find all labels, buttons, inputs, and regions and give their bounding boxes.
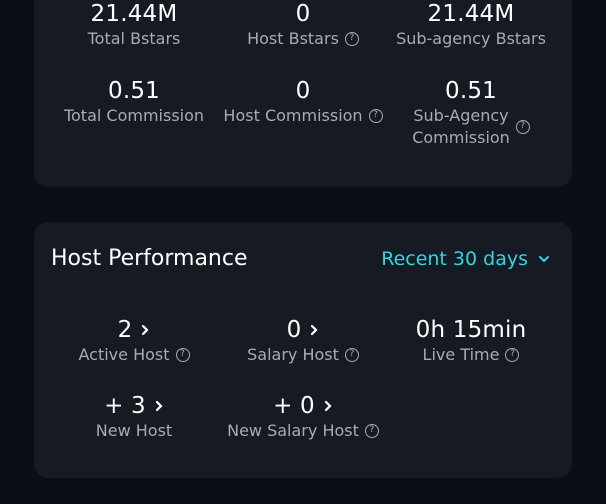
host-performance-card: Host Performance Recent 30 days 2 Active… (34, 222, 572, 478)
subagency-bstars-label: Sub-agency Bstars (396, 29, 546, 48)
total-bstars-value: 21.44M (90, 1, 178, 27)
date-range-dropdown[interactable]: Recent 30 days (381, 248, 550, 270)
live-time-value: 0h 15min (415, 317, 527, 343)
salary-host-stat[interactable]: 0 Salary Host ? (213, 316, 393, 366)
subagency-commission-label: Sub-Agency Commission ? (412, 105, 530, 149)
subagency-commission-stat: 0.51 Sub-Agency Commission ? (381, 77, 561, 149)
total-bstars-label: Total Bstars (87, 29, 181, 48)
chevron-down-icon (539, 256, 549, 263)
total-commission-label: Total Commission (63, 106, 205, 125)
question-circle-icon[interactable]: ? (515, 120, 530, 134)
bstars-commission-card: 21.44M Total Bstars 0 Host Bstars ? 21.4… (34, 0, 572, 187)
salary-host-value: 0 (287, 316, 320, 344)
total-commission-value: 0.51 (107, 78, 160, 104)
subagency-bstars-stat: 21.44M Sub-agency Bstars (381, 0, 561, 50)
question-circle-icon[interactable]: ? (505, 348, 520, 362)
total-commission-stat: 0.51 Total Commission (44, 77, 224, 127)
host-commission-value: 0 (295, 78, 311, 104)
chevron-right-icon (324, 400, 332, 412)
question-circle-icon[interactable]: ? (175, 348, 190, 362)
date-range-label: Recent 30 days (381, 248, 528, 270)
subagency-commission-value: 0.51 (444, 78, 497, 104)
new-salary-host-label: New Salary Host ? (227, 420, 379, 442)
host-commission-stat: 0 Host Commission ? (213, 77, 393, 127)
question-circle-icon[interactable]: ? (344, 32, 359, 46)
host-bstars-value: 0 (295, 1, 311, 27)
host-bstars-label: Host Bstars ? (247, 28, 359, 50)
question-circle-icon[interactable]: ? (364, 424, 379, 438)
salary-host-label: Salary Host ? (247, 344, 359, 366)
host-bstars-stat: 0 Host Bstars ? (213, 0, 393, 50)
chevron-right-icon (142, 324, 149, 336)
active-host-value: 2 (118, 316, 151, 344)
question-circle-icon[interactable]: ? (344, 348, 359, 362)
new-host-label: New Host (95, 421, 173, 440)
section-title: Host Performance (51, 246, 248, 271)
new-salary-host-stat[interactable]: + 0 New Salary Host ? (213, 392, 393, 442)
subagency-bstars-value: 21.44M (427, 1, 515, 27)
new-salary-host-value: + 0 (273, 392, 333, 420)
new-host-value: + 3 (104, 392, 164, 420)
live-time-stat: 0h 15min Live Time ? (381, 316, 561, 366)
chevron-right-icon (311, 324, 318, 336)
active-host-stat[interactable]: 2 Active Host ? (44, 316, 224, 366)
live-time-label: Live Time ? (423, 344, 520, 366)
total-bstars-stat: 21.44M Total Bstars (44, 0, 224, 50)
active-host-label: Active Host ? (78, 344, 190, 366)
host-commission-label: Host Commission ? (223, 105, 383, 127)
chevron-right-icon (155, 400, 163, 412)
new-host-stat[interactable]: + 3 New Host (44, 392, 224, 442)
